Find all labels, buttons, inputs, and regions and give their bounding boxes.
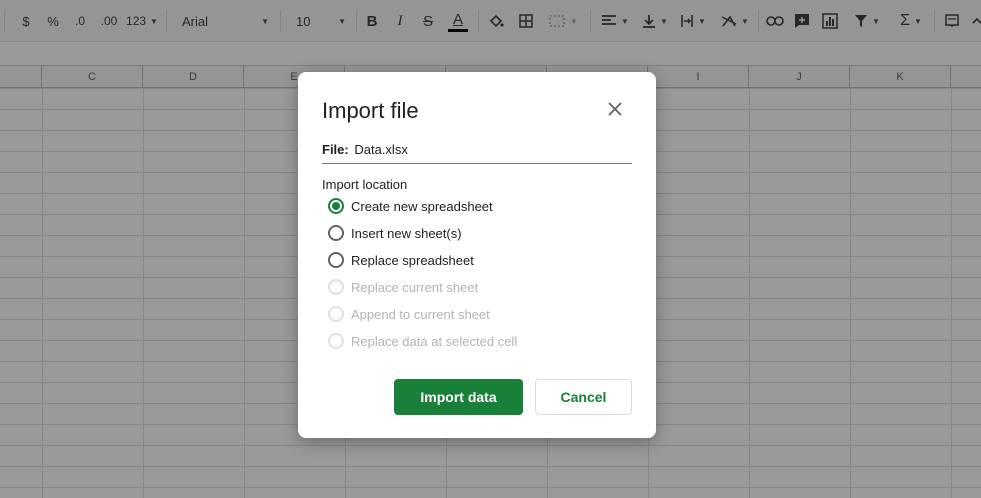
option-label: Replace data at selected cell: [351, 333, 518, 349]
close-icon: [608, 101, 622, 121]
option-replace-spreadsheet[interactable]: Replace spreadsheet: [328, 250, 474, 270]
file-label: File:: [322, 142, 349, 157]
radio-icon[interactable]: [328, 252, 344, 268]
option-label: Insert new sheet(s): [351, 225, 462, 241]
file-field: File: Data.xlsx: [322, 142, 632, 164]
import-file-dialog: Import file File: Data.xlsx Import locat…: [298, 72, 656, 438]
file-name: Data.xlsx: [354, 142, 408, 157]
import-location-label: Import location: [322, 177, 408, 192]
option-label: Create new spreadsheet: [351, 198, 493, 214]
radio-disabled-icon: [328, 306, 344, 322]
option-label: Replace spreadsheet: [351, 252, 474, 268]
dialog-title: Import file: [322, 98, 419, 123]
cancel-button[interactable]: Cancel: [535, 379, 632, 415]
option-append-to-current-sheet: Append to current sheet: [328, 304, 490, 324]
radio-selected-icon[interactable]: [328, 198, 344, 214]
option-replace-current-sheet: Replace current sheet: [328, 277, 478, 297]
import-data-button[interactable]: Import data: [394, 379, 523, 415]
radio-disabled-icon: [328, 333, 344, 349]
option-replace-data-at-selected-cell: Replace data at selected cell: [328, 331, 517, 351]
option-create-new-spreadsheet[interactable]: Create new spreadsheet: [328, 196, 493, 216]
radio-icon[interactable]: [328, 225, 344, 241]
option-label: Replace current sheet: [351, 279, 479, 295]
option-insert-new-sheets[interactable]: Insert new sheet(s): [328, 223, 462, 243]
radio-disabled-icon: [328, 279, 344, 295]
option-label: Append to current sheet: [351, 306, 490, 322]
close-button[interactable]: [604, 100, 626, 122]
